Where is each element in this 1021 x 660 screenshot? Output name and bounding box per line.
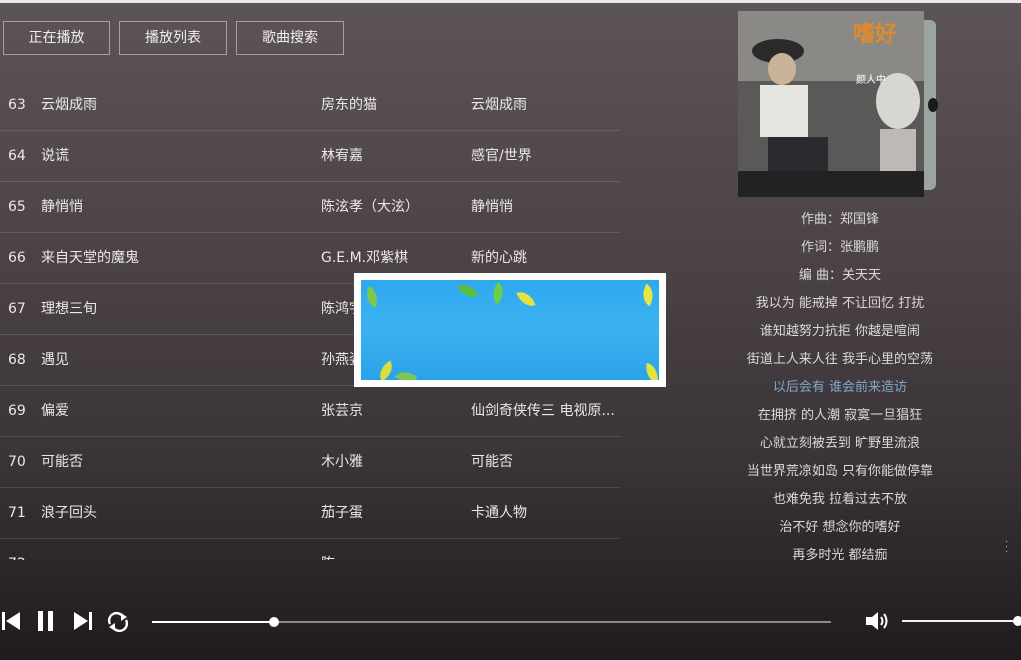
cover-title-text: 嗜好	[853, 21, 897, 47]
leaf-decoration	[457, 280, 479, 303]
song-number: 69	[8, 403, 26, 419]
song-title: 偏爱	[41, 403, 69, 419]
song-number: 63	[8, 97, 26, 113]
leaf-decoration	[394, 365, 418, 380]
lyric-line: 也难免我 拉着过去不放	[772, 492, 908, 507]
lyric-line: 谁知越努力抗拒 你越是喧闹	[759, 324, 921, 339]
song-number: 66	[8, 250, 26, 266]
song-album: 感官/世界	[471, 148, 532, 164]
volume-bar[interactable]	[902, 620, 1021, 622]
song-album: 静悄悄	[471, 199, 513, 215]
song-title: 说谎	[41, 148, 69, 164]
song-number: 72	[8, 539, 38, 560]
album-cover: 嗜好 颜人中	[738, 11, 924, 197]
album-cover-art: 嗜好 颜人中	[738, 11, 924, 197]
song-title: 浪子回头	[41, 505, 97, 521]
song-row[interactable]: 64 说谎 林宥嘉 感官/世界	[0, 131, 620, 182]
song-artist: 房东的猫	[321, 97, 377, 113]
song-album: 云烟成雨	[471, 97, 527, 113]
leaf-decoration	[374, 360, 398, 380]
leaf-decoration	[637, 283, 659, 307]
lyric-line: 编 曲：关天天	[798, 268, 882, 283]
song-title: 来自天堂的魔鬼	[41, 250, 139, 266]
song-artist: 陈泫孝（大泫）	[321, 199, 419, 215]
song-row[interactable]: 69 偏爱 张芸京 仙剑奇侠传三 电视原...	[0, 386, 620, 437]
song-album: 可能否	[471, 454, 513, 470]
lyric-line: 治不好 想念你的嗜好	[779, 520, 901, 535]
song-number: 68	[8, 352, 26, 368]
tab-now-playing[interactable]: 正在播放	[3, 21, 110, 55]
song-title: 云烟成雨	[41, 97, 97, 113]
song-title: 静悄悄	[41, 199, 83, 215]
song-number: 71	[8, 505, 26, 521]
progress-handle[interactable]	[268, 617, 279, 627]
song-album: 仙剑奇侠传三 电视原...	[471, 403, 615, 419]
song-artist: 茄子蛋	[321, 505, 363, 521]
lyrics-panel: 作曲：郑国锋 作词：张鹏鹏 编 曲：关天天 我以为 能戒掉 不让回忆 打扰 谁知…	[720, 206, 960, 560]
lyric-line: 心就立刻被丢到 旷野里流浪	[759, 436, 921, 451]
progress-bar[interactable]	[152, 617, 831, 627]
volume-handle[interactable]	[1013, 616, 1021, 626]
progress-fill	[152, 621, 274, 623]
song-album: …	[471, 539, 616, 560]
song-title: 理想三旬	[41, 301, 97, 317]
leaf-decoration	[643, 362, 659, 380]
song-row[interactable]: 65 静悄悄 陈泫孝（大泫） 静悄悄	[0, 182, 620, 233]
ad-popup[interactable]	[354, 273, 666, 387]
tab-playlist[interactable]: 播放列表	[119, 21, 227, 55]
song-artist: 林宥嘉	[321, 148, 363, 164]
repeat-icon[interactable]	[106, 611, 130, 633]
song-row[interactable]: 72 … 陈… …	[0, 539, 620, 560]
song-number: 64	[8, 148, 26, 164]
lyric-line: 我以为 能戒掉 不让回忆 打扰	[755, 296, 925, 311]
shirt-shape	[760, 85, 808, 137]
leaf-decoration	[516, 288, 536, 310]
lyric-line-current: 以后会有 谁会前来造访	[772, 380, 908, 395]
ad-banner-image	[361, 280, 659, 380]
song-artist: 陈…	[321, 539, 461, 560]
lyric-line: 在拥挤 的人潮 寂寞一旦猖狂	[757, 408, 923, 423]
lyric-line: 再多时光 都结痂	[792, 548, 888, 560]
song-title: …	[41, 539, 311, 560]
song-row[interactable]: 70 可能否 木小雅 可能否	[0, 437, 620, 488]
lyric-line: 当世界荒凉如岛 只有你能做停靠	[746, 464, 934, 479]
song-album: 卡通人物	[471, 505, 527, 521]
song-row[interactable]: 63 云烟成雨 房东的猫 云烟成雨	[0, 80, 620, 131]
song-title: 遇见	[41, 352, 69, 368]
top-border	[0, 0, 1021, 3]
cover-artist-text: 颜人中	[856, 73, 886, 86]
volume-icon[interactable]	[864, 610, 892, 632]
song-title: 可能否	[41, 454, 83, 470]
lyric-line: 作词：张鹏鹏	[800, 240, 879, 255]
song-artist: 木小雅	[321, 454, 363, 470]
song-row[interactable]: 71 浪子回头 茄子蛋 卡通人物	[0, 488, 620, 539]
song-number: 67	[8, 301, 26, 317]
leaf-decoration	[362, 286, 382, 308]
face-shape	[768, 53, 796, 85]
more-options-icon[interactable]: · · ·	[1005, 538, 1008, 558]
lyric-line: 作曲：郑国锋	[800, 212, 879, 227]
tab-bar: 正在播放 播放列表 歌曲搜索	[3, 21, 344, 55]
leaf-decoration	[486, 281, 510, 305]
lyric-line: 街道上人来人往 我手心里的空荡	[746, 352, 934, 367]
song-artist: 张芸京	[321, 403, 363, 419]
song-number: 65	[8, 199, 26, 215]
pause-icon[interactable]	[36, 610, 56, 632]
next-track-icon[interactable]	[71, 611, 95, 631]
song-number: 70	[8, 454, 26, 470]
tab-song-search[interactable]: 歌曲搜索	[236, 21, 344, 55]
vinyl-disc-center	[928, 98, 938, 112]
previous-track-icon[interactable]	[0, 611, 24, 631]
